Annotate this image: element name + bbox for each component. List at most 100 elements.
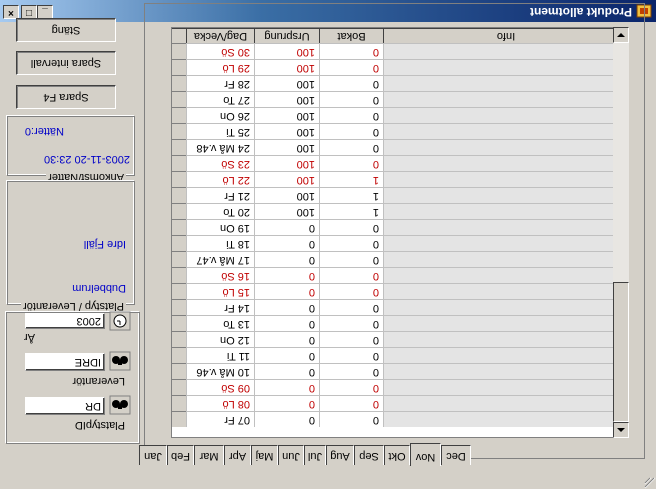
table-row[interactable]: 11 Ti 0 0: [171, 347, 628, 363]
table-row[interactable]: 21 Fr 100 1: [171, 187, 628, 203]
row-selector[interactable]: [171, 139, 186, 155]
minimize-button[interactable]: _: [37, 5, 53, 19]
table-row[interactable]: 13 To 0 0: [171, 315, 628, 331]
row-selector[interactable]: [171, 43, 186, 59]
room-type-id-field[interactable]: [25, 397, 105, 415]
row-selector[interactable]: [171, 379, 186, 395]
scroll-down-button[interactable]: [613, 27, 629, 43]
row-selector[interactable]: [171, 315, 186, 331]
table-row[interactable]: 19 On 0 0: [171, 219, 628, 235]
origin-cell: 0: [254, 299, 319, 315]
table-row[interactable]: 26 On 100 0: [171, 107, 628, 123]
row-selector[interactable]: [171, 123, 186, 139]
table-row[interactable]: 17 Må v.47 0 0: [171, 251, 628, 267]
table-row[interactable]: 16 Sö 0 0: [171, 267, 628, 283]
day-cell: 16 Sö: [186, 267, 254, 283]
resize-grip-icon[interactable]: [644, 477, 656, 489]
row-selector[interactable]: [171, 187, 186, 203]
table-row[interactable]: 07 Fr 0 0: [171, 411, 628, 427]
allotment-grid[interactable]: Dag/Vecka Ursprung Bokat Info 30 Sö 100 0 29 Lö…: [171, 27, 629, 438]
day-cell: 12 On: [186, 331, 254, 347]
year-field[interactable]: [25, 313, 105, 329]
booked-cell: 0: [319, 267, 383, 283]
tab-11[interactable]: Dec: [441, 445, 471, 465]
close-window-button[interactable]: ×: [3, 5, 19, 19]
row-selector[interactable]: [171, 75, 186, 91]
row-selector[interactable]: [171, 363, 186, 379]
row-selector[interactable]: [171, 331, 186, 347]
origin-cell: 0: [254, 267, 319, 283]
column-header-2[interactable]: Bokat: [319, 28, 383, 43]
close-button[interactable]: Stäng: [16, 18, 116, 42]
table-row[interactable]: 29 Lö 100 0: [171, 59, 628, 75]
table-row[interactable]: 20 To 100 1: [171, 203, 628, 219]
info-cell: [383, 411, 628, 427]
booked-cell: 1: [319, 187, 383, 203]
tab-2[interactable]: Mar: [194, 445, 224, 465]
row-selector[interactable]: [171, 251, 186, 267]
day-cell: 08 Lö: [186, 395, 254, 411]
table-row[interactable]: 15 Lö 0 0: [171, 283, 628, 299]
booked-cell: 0: [319, 347, 383, 363]
year-clock-button[interactable]: [109, 311, 131, 331]
tab-1[interactable]: Feb: [167, 445, 194, 465]
table-row[interactable]: 12 On 0 0: [171, 331, 628, 347]
row-selector[interactable]: [171, 267, 186, 283]
row-selector[interactable]: [171, 219, 186, 235]
table-row[interactable]: 23 Sö 100 0: [171, 155, 628, 171]
origin-cell: 0: [254, 235, 319, 251]
tab-8[interactable]: Sep: [354, 445, 384, 465]
save-interval-button[interactable]: Spara intervall: [16, 51, 116, 75]
table-row[interactable]: 30 Sö 100 0: [171, 43, 628, 59]
row-selector[interactable]: [171, 203, 186, 219]
save-f4-button[interactable]: Spara F4: [16, 85, 116, 109]
table-row[interactable]: 08 Lö 0 0: [171, 395, 628, 411]
row-selector[interactable]: [171, 411, 186, 427]
scroll-up-button[interactable]: [613, 422, 629, 438]
row-selector[interactable]: [171, 235, 186, 251]
tab-3[interactable]: Apr: [224, 445, 251, 465]
row-selector[interactable]: [171, 283, 186, 299]
scroll-thumb[interactable]: [613, 282, 629, 422]
row-selector[interactable]: [171, 91, 186, 107]
binoculars-icon: [109, 351, 131, 371]
tab-4[interactable]: Maj: [251, 445, 278, 465]
supplier-field[interactable]: [25, 353, 105, 371]
tab-10[interactable]: Nov: [410, 443, 441, 466]
tab-5[interactable]: Jun: [278, 445, 304, 465]
nights-count: Nätter:0: [24, 125, 64, 137]
room-type-search-button[interactable]: [109, 395, 131, 415]
tab-0[interactable]: Jan: [139, 445, 167, 465]
column-header-1[interactable]: Ursprung: [254, 28, 319, 43]
vertical-scrollbar[interactable]: [613, 27, 629, 438]
table-row[interactable]: 18 Ti 0 0: [171, 235, 628, 251]
table-row[interactable]: 28 Fr 100 0: [171, 75, 628, 91]
table-row[interactable]: 27 To 100 0: [171, 91, 628, 107]
origin-cell: 100: [254, 187, 319, 203]
row-selector[interactable]: [171, 155, 186, 171]
day-cell: 18 Ti: [186, 235, 254, 251]
column-header-0[interactable]: Dag/Vecka: [186, 28, 254, 43]
tab-6[interactable]: Jul: [304, 445, 326, 465]
column-header-3[interactable]: Info: [383, 28, 628, 43]
booked-cell: 0: [319, 363, 383, 379]
table-row[interactable]: 09 Sö 0 0: [171, 379, 628, 395]
row-selector[interactable]: [171, 299, 186, 315]
arrivals-group: 2003-11-20 23:30 Nätter:0 Ankomst/Nätter: [7, 116, 135, 183]
table-row[interactable]: 14 Fr 0 0: [171, 299, 628, 315]
row-selector[interactable]: [171, 107, 186, 123]
maximize-button[interactable]: □: [21, 5, 37, 19]
table-row[interactable]: 10 Må v.46 0 0: [171, 363, 628, 379]
supplier-search-button[interactable]: [109, 351, 131, 371]
row-selector[interactable]: [171, 347, 186, 363]
day-cell: 26 On: [186, 107, 254, 123]
row-selector[interactable]: [171, 59, 186, 75]
table-row[interactable]: 25 Ti 100 0: [171, 123, 628, 139]
tab-7[interactable]: Aug: [326, 445, 354, 465]
table-row[interactable]: 24 Må v.48 100 0: [171, 139, 628, 155]
row-selector[interactable]: [171, 395, 186, 411]
table-row[interactable]: 22 Lö 100 1: [171, 171, 628, 187]
row-selector[interactable]: [171, 171, 186, 187]
origin-cell: 100: [254, 75, 319, 91]
tab-9[interactable]: Okt: [384, 445, 410, 465]
